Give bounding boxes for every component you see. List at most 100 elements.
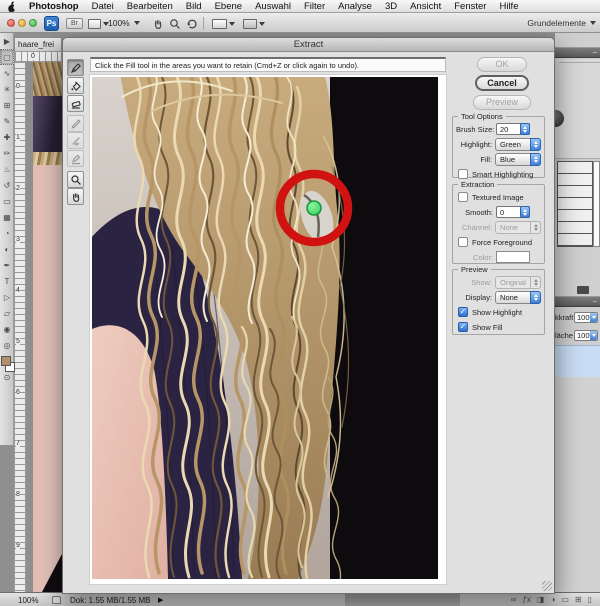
panel-header[interactable]: − [555,47,600,58]
docked-panels: − − kkraft: 100% läche: 100% [555,33,600,592]
screen-mode-dropdown[interactable] [243,18,265,29]
opacity-field[interactable]: 100% [574,312,598,323]
menu-3d[interactable]: 3D [385,1,397,12]
healing-tool[interactable]: ✚ [0,129,14,145]
show-fill-checkbox[interactable] [458,322,468,332]
photo-top-fragment [33,96,62,152]
menu-auswahl[interactable]: Auswahl [255,1,291,12]
type-tool[interactable]: T [0,273,14,289]
panel-list-rows[interactable] [557,161,593,247]
crop-tool[interactable]: ⊞ [0,97,14,113]
extract-preview-area[interactable] [89,74,447,585]
edge-highlighter-tool-button[interactable] [67,59,84,76]
marquee-tool[interactable]: ▢ [0,49,14,65]
menu-hilfe[interactable]: Hilfe [499,1,518,12]
cancel-button[interactable]: Cancel [475,75,529,91]
eyedropper-tool-button[interactable] [67,115,84,132]
fill-tool-button[interactable] [67,77,84,94]
fill-dropdown[interactable]: Blue [495,153,541,166]
history-brush-tool[interactable]: ↺ [0,177,14,193]
panel-button-icon[interactable]: ƒx [522,595,530,604]
highlight-dropdown[interactable]: Green [495,138,541,151]
dialog-title[interactable]: Extract [63,38,554,52]
smooth-field[interactable]: 0 [496,206,530,218]
orbit-3d-tool[interactable]: ◎ [0,337,14,353]
zoom-tool-button[interactable] [67,171,84,188]
smart-highlighting-checkbox[interactable] [458,169,468,179]
menu-bearbeiten[interactable]: Bearbeiten [127,1,173,12]
stamp-tool[interactable]: ♨ [0,161,14,177]
menu-filter[interactable]: Filter [304,1,325,12]
edge-touchup-tool-button[interactable] [67,150,84,167]
selected-layer-row[interactable] [555,345,600,377]
ok-button[interactable]: OK [477,57,527,72]
brush-size-field[interactable]: 20 [496,123,530,135]
menu-ebene[interactable]: Ebene [215,1,242,12]
smooth-stepper[interactable] [520,206,530,218]
eyedropper-tool[interactable]: ✎ [0,113,14,129]
gradient-tool[interactable]: ▦ [0,209,14,225]
brush-tool[interactable]: ✏ [0,145,14,161]
layers-panel-header[interactable]: − [555,296,600,307]
hand-tool-icon[interactable] [152,18,164,29]
window-close-button[interactable] [7,19,15,27]
document-tab[interactable]: haare_frei [14,37,62,51]
bridge-button[interactable]: Br [66,18,83,29]
window-minimize-button[interactable] [18,19,26,27]
tools-panel: ▶▢∿✳⊞✎✚✏♨↺▭▦◔◐✒T▷▱◉◎✣⊙ [0,33,14,445]
panel-button-icon[interactable]: ▯ [588,595,592,604]
foreground-color-picker[interactable] [496,251,530,263]
brush-size-stepper[interactable] [520,123,530,135]
force-foreground-checkbox[interactable] [458,237,468,247]
channel-dropdown[interactable]: None [495,221,541,234]
apple-icon[interactable] [7,1,16,12]
view-extras-dropdown[interactable] [88,18,109,29]
textured-image-checkbox[interactable] [458,192,468,202]
panel-list-scroll[interactable] [593,161,600,247]
eraser-tool[interactable]: ▭ [0,193,14,209]
document-canvas[interactable] [33,62,62,592]
rotate-view-icon[interactable] [186,18,198,29]
layers-panel-buttons[interactable]: ∞ ƒx ◨ ◑ ▭ ⊞ ▯ [511,595,592,604]
menu-photoshop[interactable]: Photoshop [29,1,79,12]
panel-button-icon[interactable]: ▭ [561,595,569,604]
menu-analyse[interactable]: Analyse [338,1,372,12]
hand-tool-button[interactable] [67,188,84,205]
display-label: Display: [456,293,495,302]
preview-button[interactable]: Preview [473,95,531,110]
zoom-level-dropdown[interactable]: 100% [108,18,140,28]
shape-tool[interactable]: ▱ [0,305,14,321]
menu-fenster[interactable]: Fenster [454,1,486,12]
path-select-tool[interactable]: ▷ [0,289,14,305]
status-zoom-value[interactable]: 100% [18,596,38,605]
ruler-number: 8 [16,490,20,499]
status-menu-arrow[interactable]: ▶ [158,596,163,604]
blur-tool[interactable]: ◔ [0,225,14,241]
eraser-tool-button[interactable] [67,95,84,112]
rotate-3d-tool[interactable]: ◉ [0,321,14,337]
display-dropdown[interactable]: None [495,291,541,304]
dodge-tool[interactable]: ◐ [0,241,14,257]
show-highlight-checkbox[interactable] [458,307,468,317]
fill-field[interactable]: 100% [574,330,598,341]
menu-ansicht[interactable]: Ansicht [410,1,441,12]
quick-select-tool[interactable]: ✳ [0,81,14,97]
panel-button-icon[interactable]: ⊞ [575,595,582,604]
workspace-switcher[interactable]: Grundelemente [527,18,596,28]
cleanup-tool-button[interactable] [67,132,84,149]
arrange-documents-dropdown[interactable] [212,18,235,29]
foreground-color-swatch[interactable] [1,356,11,366]
menu-datei[interactable]: Datei [92,1,114,12]
move-tool[interactable]: ▶ [0,33,14,49]
panel-button-icon[interactable]: ◑ [550,595,555,604]
panel-button-icon[interactable]: ◨ [537,595,545,604]
lasso-tool[interactable]: ∿ [0,65,14,81]
show-dropdown[interactable]: Original [495,276,541,289]
photo-canvas[interactable] [92,77,438,579]
zoom-tool-icon[interactable] [169,18,181,29]
menu-bild[interactable]: Bild [186,1,202,12]
resize-grip[interactable] [542,581,552,591]
panel-button-icon[interactable]: ∞ [511,595,517,604]
pen-tool[interactable]: ✒ [0,257,14,273]
window-zoom-button[interactable] [29,19,37,27]
